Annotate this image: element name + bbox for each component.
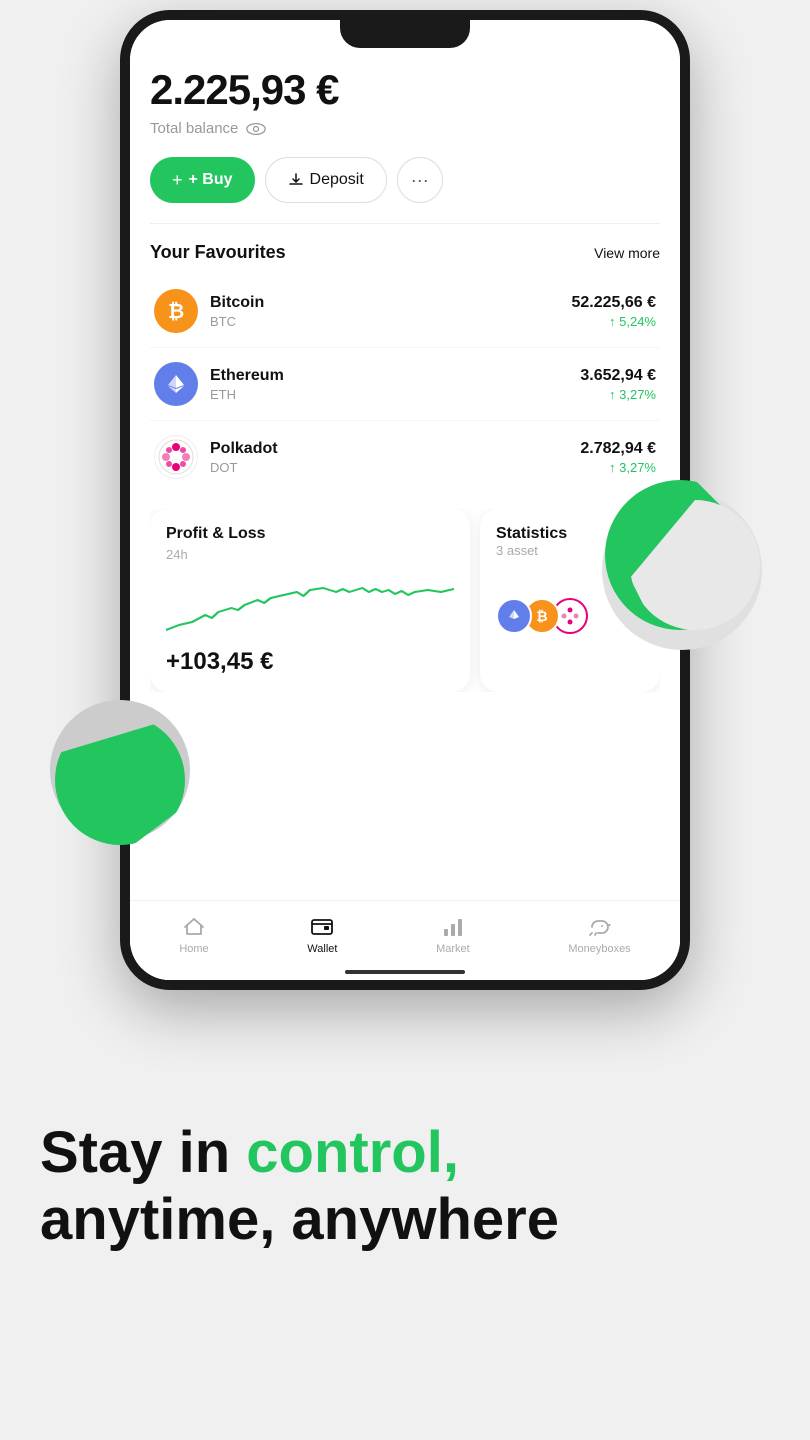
eth-info: Ethereum ETH	[210, 367, 580, 402]
nav-item-moneyboxes[interactable]: Moneyboxes	[568, 915, 630, 955]
bottom-cards: Profit & Loss 24h +103,45 € Statistics	[150, 509, 660, 692]
nav-item-market[interactable]: Market	[436, 915, 470, 955]
nav-label-moneyboxes: Moneyboxes	[568, 943, 630, 955]
action-buttons: + + Buy Deposit ···	[150, 157, 660, 203]
deposit-button[interactable]: Deposit	[265, 157, 387, 203]
btc-icon: ₿	[154, 289, 198, 333]
nav-item-wallet[interactable]: Wallet	[307, 915, 337, 955]
more-button[interactable]: ···	[397, 157, 443, 203]
pnl-title: Profit & Loss	[166, 525, 454, 543]
view-more-link[interactable]: View more	[594, 245, 660, 261]
nav-item-home[interactable]: Home	[179, 915, 208, 955]
wallet-icon	[310, 915, 334, 939]
svg-text:₿: ₿	[168, 301, 184, 323]
stats-eth-icon	[496, 598, 532, 634]
btc-values: 52.225,66 € ↑ 5,24%	[571, 294, 656, 329]
headline-highlight: control,	[246, 1120, 459, 1185]
balance-amount: 2.225,93 €	[150, 66, 660, 114]
btc-info: Bitcoin BTC	[210, 294, 571, 329]
moneyboxes-icon	[588, 915, 612, 939]
dot-values: 2.782,94 € ↑ 3,27%	[580, 440, 656, 475]
phone-content: 2.225,93 € Total balance + + Buy	[130, 20, 680, 980]
pnl-card: Profit & Loss 24h +103,45 €	[150, 509, 470, 692]
nav-label-home: Home	[179, 943, 208, 955]
nav-label-wallet: Wallet	[307, 943, 337, 955]
section-divider	[150, 223, 660, 224]
crypto-list: ₿ Bitcoin BTC 52.225,66 € ↑ 5,24%	[150, 275, 660, 493]
phone-wrapper: 2.225,93 € Total balance + + Buy	[0, 0, 810, 1060]
headline-line2: anytime, anywhere	[40, 1187, 559, 1252]
list-item[interactable]: Ethereum ETH 3.652,94 € ↑ 3,27%	[150, 348, 660, 421]
list-item[interactable]: ₿ Bitcoin BTC 52.225,66 € ↑ 5,24%	[150, 275, 660, 348]
pnl-period: 24h	[166, 547, 454, 562]
eth-values: 3.652,94 € ↑ 3,27%	[580, 367, 656, 402]
chart-container	[166, 570, 454, 640]
list-item[interactable]: Polkadot DOT 2.782,94 € ↑ 3,27%	[150, 421, 660, 493]
pnl-value: +103,45 €	[166, 648, 454, 676]
bottom-nav: Home Wallet Market	[130, 900, 680, 980]
screen-scroll: 2.225,93 € Total balance + + Buy	[130, 56, 680, 692]
eye-icon	[246, 122, 266, 136]
balance-label: Total balance	[150, 120, 660, 137]
download-icon	[288, 172, 304, 188]
bottom-headline: Stay in control, anytime, anywhere	[40, 1120, 770, 1253]
favourites-title: Your Favourites	[150, 242, 286, 263]
favourites-header: Your Favourites View more	[150, 242, 660, 263]
headline-plain: Stay in	[40, 1120, 246, 1185]
home-indicator	[345, 970, 465, 974]
dot-info: Polkadot DOT	[210, 440, 580, 475]
phone-frame: 2.225,93 € Total balance + + Buy	[120, 10, 690, 990]
nav-label-market: Market	[436, 943, 470, 955]
market-icon	[441, 915, 465, 939]
buy-button[interactable]: + + Buy	[150, 157, 255, 203]
eth-icon	[154, 362, 198, 406]
phone-notch	[340, 20, 470, 48]
bottom-section: Stay in control, anytime, anywhere	[0, 1060, 810, 1440]
dot-icon	[154, 435, 198, 479]
home-icon	[182, 915, 206, 939]
